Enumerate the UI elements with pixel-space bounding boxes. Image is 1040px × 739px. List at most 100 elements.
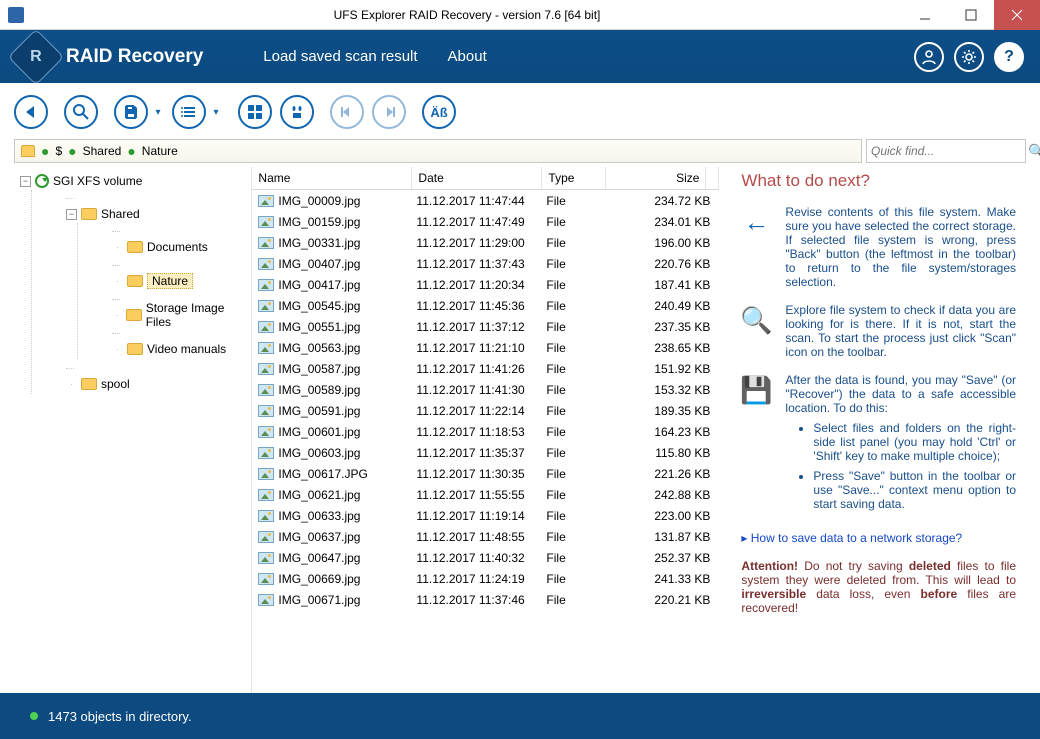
file-row[interactable]: IMG_00601.jpg11.12.2017 11:18:53File164.… bbox=[252, 421, 719, 442]
file-size: 234.72 KB bbox=[610, 194, 710, 208]
file-name: IMG_00669.jpg bbox=[278, 572, 416, 586]
breadcrumb-seg-shared[interactable]: Shared bbox=[83, 144, 122, 158]
app-icon bbox=[8, 7, 24, 23]
list-view-button[interactable] bbox=[172, 95, 206, 129]
tree-spool[interactable]: ·spool bbox=[66, 375, 247, 393]
help-p3: After the data is found, you may "Save" … bbox=[785, 373, 1016, 415]
help-link[interactable]: How to save data to a network storage? bbox=[741, 531, 962, 545]
file-size: 234.01 KB bbox=[610, 215, 710, 229]
file-row[interactable]: IMG_00009.jpg11.12.2017 11:47:44File234.… bbox=[252, 190, 719, 211]
save-button[interactable] bbox=[114, 95, 148, 129]
folder-icon bbox=[21, 145, 35, 157]
quickfind[interactable]: 🔍 bbox=[866, 139, 1026, 163]
file-size: 241.33 KB bbox=[610, 572, 710, 586]
collapse-icon[interactable]: − bbox=[66, 209, 77, 220]
encoding-button[interactable]: Äß bbox=[422, 95, 456, 129]
file-type: File bbox=[546, 320, 610, 334]
file-row[interactable]: IMG_00633.jpg11.12.2017 11:19:14File223.… bbox=[252, 505, 719, 526]
image-file-icon bbox=[258, 216, 274, 228]
find-button[interactable] bbox=[280, 95, 314, 129]
file-type: File bbox=[546, 383, 610, 397]
file-list[interactable]: IMG_00009.jpg11.12.2017 11:47:44File234.… bbox=[252, 190, 719, 693]
col-date[interactable]: Date bbox=[412, 167, 542, 189]
file-name: IMG_00591.jpg bbox=[278, 404, 416, 418]
file-size: 187.41 KB bbox=[610, 278, 710, 292]
image-file-icon bbox=[258, 300, 274, 312]
file-date: 11.12.2017 11:19:14 bbox=[416, 509, 546, 523]
grid-view-button[interactable] bbox=[238, 95, 272, 129]
file-row[interactable]: IMG_00617.JPG11.12.2017 11:30:35File221.… bbox=[252, 463, 719, 484]
file-row[interactable]: IMG_00591.jpg11.12.2017 11:22:14File189.… bbox=[252, 400, 719, 421]
settings-icon[interactable] bbox=[954, 42, 984, 72]
file-size: 252.37 KB bbox=[610, 551, 710, 565]
prev-button[interactable] bbox=[330, 95, 364, 129]
brand-title: RAID Recovery bbox=[66, 46, 203, 68]
file-size: 240.49 KB bbox=[610, 299, 710, 313]
file-columns: Name Date Type Size bbox=[252, 167, 719, 190]
file-type: File bbox=[546, 362, 610, 376]
collapse-icon[interactable]: − bbox=[20, 176, 31, 187]
file-row[interactable]: IMG_00637.jpg11.12.2017 11:48:55File131.… bbox=[252, 526, 719, 547]
tree-nature-label: Nature bbox=[147, 273, 193, 289]
breadcrumb[interactable]: ● $ ● Shared ● Nature bbox=[14, 139, 862, 163]
file-row[interactable]: IMG_00545.jpg11.12.2017 11:45:36File240.… bbox=[252, 295, 719, 316]
back-button[interactable] bbox=[14, 95, 48, 129]
account-icon[interactable] bbox=[914, 42, 944, 72]
file-row[interactable]: IMG_00603.jpg11.12.2017 11:35:37File115.… bbox=[252, 442, 719, 463]
tree-root[interactable]: − SGI XFS volume bbox=[20, 172, 247, 190]
scan-button[interactable] bbox=[64, 95, 98, 129]
menu-about[interactable]: About bbox=[448, 48, 487, 65]
file-type: File bbox=[546, 593, 610, 607]
tree-root-label: SGI XFS volume bbox=[53, 174, 142, 188]
file-row[interactable]: IMG_00159.jpg11.12.2017 11:47:49File234.… bbox=[252, 211, 719, 232]
col-size[interactable]: Size bbox=[606, 167, 706, 189]
file-row[interactable]: IMG_00669.jpg11.12.2017 11:24:19File241.… bbox=[252, 568, 719, 589]
file-row[interactable]: IMG_00647.jpg11.12.2017 11:40:32File252.… bbox=[252, 547, 719, 568]
file-size: 237.35 KB bbox=[610, 320, 710, 334]
file-type: File bbox=[546, 404, 610, 418]
quickfind-input[interactable] bbox=[871, 144, 1028, 158]
tree-documents[interactable]: ·Documents bbox=[112, 238, 247, 256]
tree-storage[interactable]: ·Storage Image Files bbox=[112, 306, 247, 324]
file-row[interactable]: IMG_00417.jpg11.12.2017 11:20:34File187.… bbox=[252, 274, 719, 295]
file-date: 11.12.2017 11:21:10 bbox=[416, 341, 546, 355]
tree-video[interactable]: ·Video manuals bbox=[112, 340, 247, 358]
file-row[interactable]: IMG_00407.jpg11.12.2017 11:37:43File220.… bbox=[252, 253, 719, 274]
file-row[interactable]: IMG_00587.jpg11.12.2017 11:41:26File151.… bbox=[252, 358, 719, 379]
help-icon[interactable]: ? bbox=[994, 42, 1024, 72]
minimize-button[interactable] bbox=[902, 0, 948, 30]
file-row[interactable]: IMG_00589.jpg11.12.2017 11:41:30File153.… bbox=[252, 379, 719, 400]
file-row[interactable]: IMG_00621.jpg11.12.2017 11:55:55File242.… bbox=[252, 484, 719, 505]
file-row[interactable]: IMG_00671.jpg11.12.2017 11:37:46File220.… bbox=[252, 589, 719, 610]
close-button[interactable] bbox=[994, 0, 1040, 30]
next-button[interactable] bbox=[372, 95, 406, 129]
titlebar: UFS Explorer RAID Recovery - version 7.6… bbox=[0, 0, 1040, 30]
tree-video-label: Video manuals bbox=[147, 342, 226, 356]
file-type: File bbox=[546, 236, 610, 250]
file-size: 220.21 KB bbox=[610, 593, 710, 607]
folder-icon bbox=[127, 241, 143, 253]
file-date: 11.12.2017 11:48:55 bbox=[416, 530, 546, 544]
list-view-dropdown[interactable]: ▾ bbox=[210, 107, 222, 118]
file-row[interactable]: IMG_00331.jpg11.12.2017 11:29:00File196.… bbox=[252, 232, 719, 253]
file-row[interactable]: IMG_00563.jpg11.12.2017 11:21:10File238.… bbox=[252, 337, 719, 358]
breadcrumb-seg-nature[interactable]: Nature bbox=[142, 144, 178, 158]
search-icon[interactable]: 🔍 bbox=[1028, 143, 1040, 160]
help-p2: Explore file system to check if data you… bbox=[785, 303, 1016, 359]
file-type: File bbox=[546, 278, 610, 292]
col-name[interactable]: Name bbox=[252, 167, 412, 189]
image-file-icon bbox=[258, 489, 274, 501]
file-date: 11.12.2017 11:29:00 bbox=[416, 236, 546, 250]
tree-panel: − SGI XFS volume − Shared ·Doc bbox=[14, 167, 247, 693]
file-size: 220.76 KB bbox=[610, 257, 710, 271]
menu-load-saved[interactable]: Load saved scan result bbox=[263, 48, 417, 65]
tree-nature[interactable]: ·Nature bbox=[112, 272, 247, 290]
tree-shared[interactable]: − Shared bbox=[66, 205, 247, 223]
breadcrumb-seg-root[interactable]: $ bbox=[55, 144, 62, 158]
col-type[interactable]: Type bbox=[542, 167, 606, 189]
dot-icon: ● bbox=[68, 144, 76, 158]
file-size: 221.26 KB bbox=[610, 467, 710, 481]
save-dropdown[interactable]: ▾ bbox=[152, 107, 164, 118]
file-row[interactable]: IMG_00551.jpg11.12.2017 11:37:12File237.… bbox=[252, 316, 719, 337]
maximize-button[interactable] bbox=[948, 0, 994, 30]
